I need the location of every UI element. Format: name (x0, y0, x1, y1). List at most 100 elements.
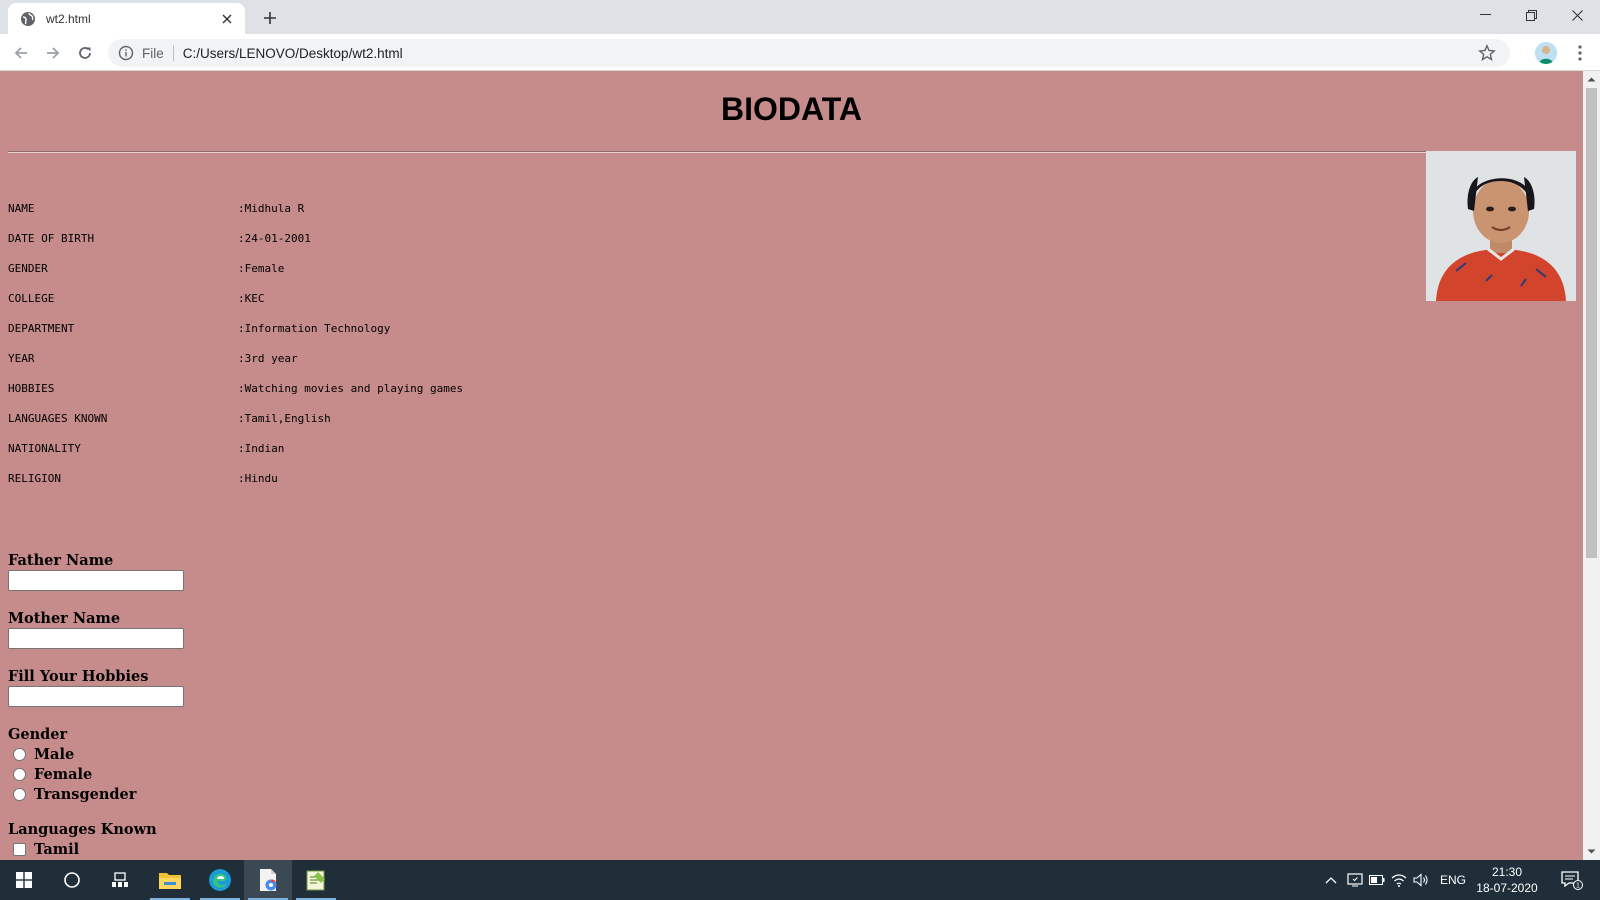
vertical-scrollbar[interactable] (1583, 71, 1600, 860)
file-explorer-icon[interactable] (146, 860, 194, 900)
bookmark-star-icon[interactable] (1478, 44, 1496, 62)
info-value: :Midhula R (238, 201, 305, 215)
restore-icon[interactable] (1508, 0, 1554, 30)
language-option-tamil[interactable]: Tamil (8, 839, 184, 859)
info-value: :Information Technology (238, 321, 391, 335)
info-row-languages: LANGUAGES KNOWN :Tamil,English (8, 403, 463, 433)
url-text: C:/Users/LENOVO/Desktop/wt2.html (182, 45, 403, 61)
gender-option-male[interactable]: Male (8, 744, 184, 764)
clock-date: 18-07-2020 (1476, 881, 1538, 895)
omnibox-divider (172, 45, 174, 61)
biodata-form: Father Name Mother Name Fill Your Hobbie… (8, 551, 184, 859)
info-value: :Hindu (238, 471, 278, 485)
windows-taskbar: ENG 21:30 18-07-2020 1 (0, 860, 1600, 900)
task-view-icon[interactable] (96, 860, 144, 900)
info-row-gender: GENDER :Female (8, 253, 463, 283)
info-value: :Female (238, 261, 285, 275)
profile-photo (1426, 151, 1576, 301)
info-row-hobbies: HOBBIES :Watching movies and playing gam… (8, 373, 463, 403)
info-row-religion: RELIGION :Hindu (8, 463, 463, 493)
clock-time: 21:30 (1491, 865, 1523, 879)
biodata-info-table: NAME :Midhula R DATE OF BIRTH :24-01-200… (8, 193, 463, 493)
info-label: NATIONALITY (8, 441, 81, 455)
radio-label: Transgender (34, 785, 137, 803)
reload-icon[interactable] (74, 42, 96, 64)
browser-toolbar: File C:/Users/LENOVO/Desktop/wt2.html (0, 34, 1600, 71)
edge-icon[interactable] (196, 860, 244, 900)
info-row-name: NAME :Midhula R (8, 193, 463, 223)
radio-button[interactable] (13, 787, 26, 801)
info-row-college: COLLEGE :KEC (8, 283, 463, 313)
info-value: :Indian (238, 441, 285, 455)
info-label: COLLEGE (8, 291, 55, 305)
info-label: GENDER (8, 261, 48, 275)
battery-icon[interactable] (1366, 860, 1388, 900)
notification-count: 1 (1576, 883, 1580, 890)
chrome-file-icon[interactable] (244, 860, 292, 900)
language-indicator[interactable]: ENG (1436, 860, 1470, 900)
hobbies-label: Fill Your Hobbies (8, 668, 149, 685)
mother-name-input[interactable] (8, 628, 184, 649)
url-scheme-label: File (142, 45, 164, 61)
forward-arrow-icon[interactable] (42, 42, 64, 64)
tab-title: wt2.html (46, 11, 91, 26)
search-circle-icon[interactable] (48, 860, 96, 900)
new-tab-icon[interactable] (260, 8, 280, 28)
info-label: DATE OF BIRTH (8, 231, 95, 245)
info-label: DEPARTMENT (8, 321, 75, 335)
mother-name-label: Mother Name (8, 610, 121, 627)
close-window-icon[interactable] (1554, 0, 1600, 30)
checkbox[interactable] (13, 842, 26, 856)
radio-label: Male (34, 745, 75, 763)
father-name-input[interactable] (8, 570, 184, 591)
browser-tab[interactable]: wt2.html (8, 3, 245, 34)
info-label: RELIGION (8, 471, 61, 485)
address-bar[interactable]: File C:/Users/LENOVO/Desktop/wt2.html (108, 39, 1510, 67)
info-icon[interactable] (118, 45, 134, 61)
more-menu-icon[interactable] (1572, 42, 1588, 64)
wifi-icon[interactable] (1388, 860, 1410, 900)
gender-option-female[interactable]: Female (8, 764, 184, 784)
scroll-up-arrow-icon[interactable] (1587, 75, 1596, 84)
gender-option-transgender[interactable]: Transgender (8, 784, 184, 804)
page-title: BIODATA (720, 91, 862, 127)
chevron-up-icon[interactable] (1320, 860, 1342, 900)
horizontal-rule (8, 151, 1575, 153)
radio-button[interactable] (13, 767, 26, 781)
info-row-year: YEAR :3rd year (8, 343, 463, 373)
defender-icon[interactable] (1344, 860, 1366, 900)
info-value: :Watching movies and playing games (238, 381, 464, 395)
info-row-department: DEPARTMENT :Information Technology (8, 313, 463, 343)
close-tab-icon[interactable] (219, 11, 235, 27)
taskbar-clock[interactable]: 21:30 18-07-2020 (1472, 864, 1542, 896)
info-value: :3rd year (238, 351, 298, 365)
language-text: ENG (1439, 873, 1466, 887)
notepad-icon[interactable] (292, 860, 340, 900)
windows-start-icon[interactable] (0, 860, 48, 900)
hobbies-input[interactable] (8, 686, 184, 707)
info-value: :24-01-2001 (238, 231, 311, 245)
info-label: NAME (8, 201, 35, 215)
radio-button[interactable] (13, 747, 26, 761)
profile-avatar[interactable] (1535, 42, 1557, 64)
scroll-down-arrow-icon[interactable] (1587, 847, 1596, 856)
languages-label: Languages Known (8, 821, 157, 838)
father-name-label: Father Name (8, 552, 114, 569)
info-label: LANGUAGES KNOWN (8, 411, 108, 425)
volume-icon[interactable] (1410, 860, 1432, 900)
scrollbar-thumb[interactable] (1586, 88, 1597, 558)
back-arrow-icon[interactable] (10, 42, 32, 64)
action-center-icon[interactable]: 1 (1552, 860, 1592, 900)
info-row-dob: DATE OF BIRTH :24-01-2001 (8, 223, 463, 253)
info-value: :Tamil,English (238, 411, 331, 425)
page-viewport: BIODATA NAME :Midhula R DATE OF BIRTH :2… (0, 71, 1583, 860)
info-row-nationality: NATIONALITY :Indian (8, 433, 463, 463)
minimize-icon[interactable] (1462, 0, 1508, 30)
gender-label: Gender (8, 726, 68, 743)
info-label: HOBBIES (8, 381, 55, 395)
checkbox-label: Tamil (34, 840, 80, 858)
info-value: :KEC (238, 291, 265, 305)
tab-strip: wt2.html (0, 0, 1600, 34)
info-label: YEAR (8, 351, 35, 365)
radio-label: Female (34, 765, 93, 783)
